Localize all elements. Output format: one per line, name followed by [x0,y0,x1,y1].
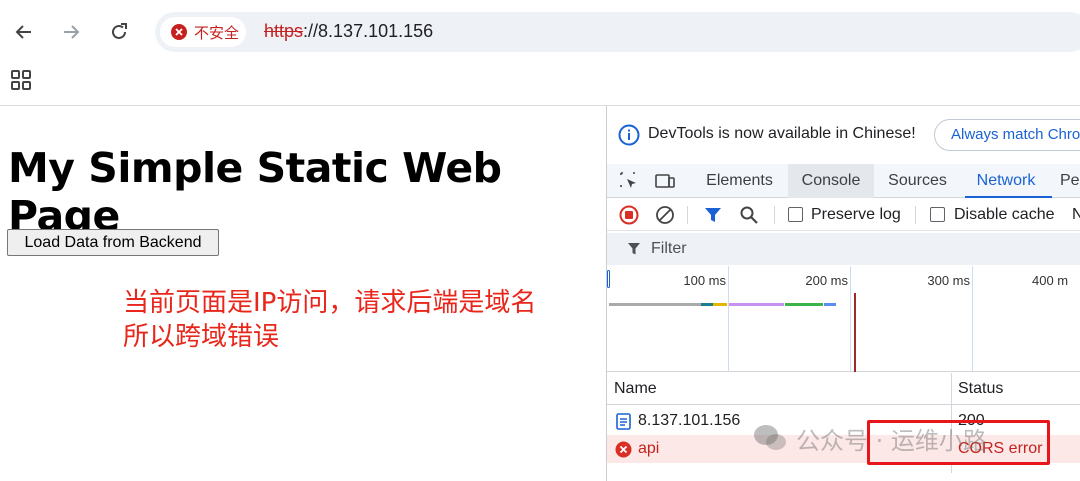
watermark-text: 公众号 · 运维小路 [796,426,987,455]
column-name-header[interactable]: Name [614,380,657,398]
timeline-bar-ssl [713,303,727,306]
watermark: 公众号 · 运维小路 [752,420,987,456]
throttling-dropdown[interactable]: N [1072,206,1080,224]
timeline-gridline [850,266,851,372]
request-name: api [638,440,660,457]
tab-performance[interactable]: Pe [1060,164,1080,198]
network-toolbar: Preserve log Disable cache N [607,199,1080,231]
device-toolbar-icon[interactable] [654,170,676,192]
reload-icon[interactable] [103,16,135,48]
filter-bar[interactable]: Filter [607,233,1080,265]
tab-network[interactable]: Network [961,164,1051,198]
language-infobar: DevTools is now available in Chinese! Al… [607,106,1080,164]
bookmarks-bar [0,64,1080,105]
back-arrow-icon[interactable] [8,16,40,48]
error-icon [615,441,632,458]
url-host: ://8.137.101.156 [303,21,434,41]
network-overview-timeline: 100 ms 200 ms 300 ms 400 m [607,266,1080,372]
forward-arrow-icon[interactable] [55,16,87,48]
address-bar[interactable]: 不安全 https://8.137.101.156 [155,12,1080,52]
filter-funnel-icon[interactable] [703,205,723,225]
wechat-logo-icon [754,425,786,450]
preserve-log-checkbox[interactable] [788,207,803,222]
stop-recording-icon[interactable] [619,205,639,225]
info-icon [618,124,640,146]
tab-sources[interactable]: Sources [874,164,961,198]
url-scheme: https [264,21,304,41]
annotation-line-1: 当前页面是IP访问，请求后端是域名 [123,288,537,318]
requests-table-header: Name Status [607,373,1080,405]
not-secure-chip[interactable]: 不安全 [160,17,246,47]
column-status-header[interactable]: Status [958,380,1003,398]
disable-cache-label: Disable cache [954,206,1055,223]
timeline-bar-queue [609,303,701,306]
tab-elements[interactable]: Elements [697,164,782,198]
timeline-bar-download [824,303,836,306]
active-tab-indicator [965,196,1052,198]
url-text[interactable]: https://8.137.101.156 [264,21,433,42]
not-secure-label: 不安全 [194,23,240,42]
filter-input[interactable]: Filter [651,240,687,258]
clear-icon[interactable] [655,205,675,225]
timeline-bar-connect [701,303,713,306]
toolbar-separator [915,206,916,224]
annotation-line-2: 所以跨域错误 [123,322,280,352]
timeline-tick: 200 ms [805,273,848,288]
inspect-element-icon[interactable] [618,170,640,192]
not-secure-icon [171,24,187,40]
request-name: 8.137.101.156 [638,412,741,429]
toolbar-separator [687,206,688,224]
timeline-bar-request [729,303,784,306]
timeline-handle[interactable] [607,270,610,288]
filter-icon [628,243,640,255]
timeline-tick: 400 m [1032,273,1069,288]
page-title: My Simple Static Web Page [8,144,502,240]
disable-cache-checkbox[interactable] [930,207,945,222]
load-data-button[interactable]: Load Data from Backend [7,229,219,256]
toolbar-separator [774,206,775,224]
timeline-tick: 100 ms [683,273,726,288]
browser-toolbar: 不安全 https://8.137.101.156 [0,0,1080,90]
document-icon [616,413,631,430]
load-event-marker [854,293,856,372]
always-match-language-button[interactable]: Always match Chrome's language [934,119,1080,151]
timeline-tick: 300 ms [927,273,970,288]
annotation-text: 当前页面是IP访问，请求后端是域名 所以跨域错误 [123,286,593,354]
devtools-tabbar: Elements Console Sources Network Pe [607,164,1080,198]
preserve-log-label: Preserve log [811,206,901,223]
tab-console[interactable]: Console [788,164,874,198]
web-page: My Simple Static Web Page Load Data from… [0,106,606,481]
timeline-bar-waiting [785,303,823,306]
search-icon[interactable] [739,205,759,225]
timeline-gridline [972,266,973,372]
timeline-gridline [728,266,729,372]
infobar-message: DevTools is now available in Chinese! [648,125,916,142]
